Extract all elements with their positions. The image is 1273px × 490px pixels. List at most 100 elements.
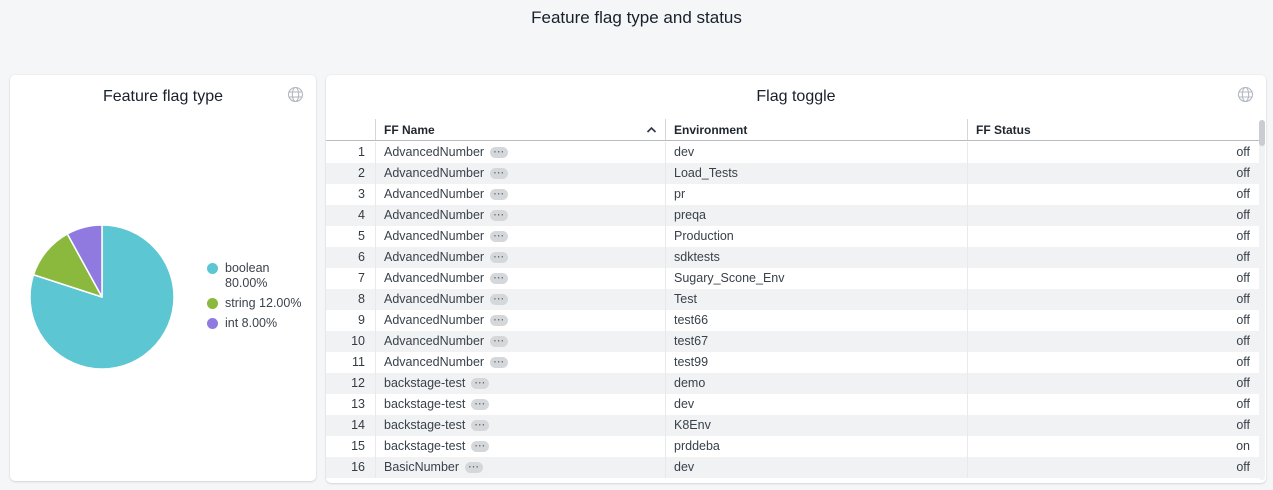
table-row[interactable]: 3 AdvancedNumber ⋯ pr off <box>326 184 1260 205</box>
ff-name-cell: backstage-test ⋯ <box>375 436 665 457</box>
table-row[interactable]: 10 AdvancedNumber ⋯ test67 off <box>326 331 1260 352</box>
ff-name-cell: AdvancedNumber ⋯ <box>375 310 665 331</box>
ff-name-text: AdvancedNumber <box>384 352 484 373</box>
ff-name-text: AdvancedNumber <box>384 226 484 247</box>
legend-label: string 12.00% <box>225 296 317 311</box>
vertical-scrollbar-thumb[interactable] <box>1259 120 1265 146</box>
ff-name-text: AdvancedNumber <box>384 163 484 184</box>
table-row[interactable]: 12 backstage-test ⋯ demo off <box>326 373 1260 394</box>
environment-cell: dev <box>665 142 967 163</box>
ff-name-text: BasicNumber <box>384 457 459 478</box>
ff-status-cell: off <box>967 142 1260 163</box>
legend-label: boolean 80.00% <box>225 261 317 291</box>
ff-name-cell: AdvancedNumber ⋯ <box>375 226 665 247</box>
table-panel: Flag toggle FF Name Environment FF Statu… <box>326 75 1266 483</box>
ff-name-text: AdvancedNumber <box>384 184 484 205</box>
row-number: 15 <box>326 436 375 457</box>
row-number: 11 <box>326 352 375 373</box>
environment-cell: test67 <box>665 331 967 352</box>
ellipsis-badge[interactable]: ⋯ <box>490 189 508 200</box>
column-header-ff-status[interactable]: FF Status <box>967 119 1260 140</box>
legend-swatch <box>207 318 218 329</box>
ff-name-cell: BasicNumber ⋯ <box>375 457 665 478</box>
ff-name-text: backstage-test <box>384 394 465 415</box>
legend-swatch <box>207 298 218 309</box>
ellipsis-badge[interactable]: ⋯ <box>471 378 489 389</box>
table-row[interactable]: 15 backstage-test ⋯ prddeba on <box>326 436 1260 457</box>
pie-panel-title: Feature flag type <box>10 88 316 106</box>
table-panel-title: Flag toggle <box>326 88 1266 106</box>
ellipsis-badge[interactable]: ⋯ <box>490 357 508 368</box>
table-row[interactable]: 13 backstage-test ⋯ dev off <box>326 394 1260 415</box>
pie-panel: Feature flag type boolean 80.00% string 1… <box>10 75 316 481</box>
ff-name-cell: AdvancedNumber ⋯ <box>375 352 665 373</box>
row-number: 16 <box>326 457 375 478</box>
ff-status-cell: off <box>967 163 1260 184</box>
environment-cell: pr <box>665 184 967 205</box>
ff-status-cell: off <box>967 205 1260 226</box>
row-number: 14 <box>326 415 375 436</box>
vertical-scrollbar-track[interactable] <box>1259 120 1265 480</box>
ff-name-text: backstage-test <box>384 436 465 457</box>
table-row[interactable]: 1 AdvancedNumber ⋯ dev off <box>326 142 1260 163</box>
table-row[interactable]: 11 AdvancedNumber ⋯ test99 off <box>326 352 1260 373</box>
table-row[interactable]: 5 AdvancedNumber ⋯ Production off <box>326 226 1260 247</box>
table-row[interactable]: 6 AdvancedNumber ⋯ sdktests off <box>326 247 1260 268</box>
ellipsis-badge[interactable]: ⋯ <box>490 294 508 305</box>
ff-name-cell: AdvancedNumber ⋯ <box>375 331 665 352</box>
ff-name-text: AdvancedNumber <box>384 205 484 226</box>
row-number-header <box>326 119 375 140</box>
ellipsis-badge[interactable]: ⋯ <box>490 273 508 284</box>
ellipsis-badge[interactable]: ⋯ <box>490 252 508 263</box>
ellipsis-badge[interactable]: ⋯ <box>490 168 508 179</box>
ellipsis-badge[interactable]: ⋯ <box>490 231 508 242</box>
ellipsis-badge[interactable]: ⋯ <box>490 336 508 347</box>
pie-legend: boolean 80.00% string 12.00% int 8.00% <box>207 261 317 336</box>
ellipsis-badge[interactable]: ⋯ <box>490 210 508 221</box>
ellipsis-badge[interactable]: ⋯ <box>490 315 508 326</box>
table-body: 1 AdvancedNumber ⋯ dev off 2 AdvancedNum… <box>326 142 1260 478</box>
legend-item-boolean: boolean 80.00% <box>207 261 317 291</box>
ff-name-text: AdvancedNumber <box>384 247 484 268</box>
table-row[interactable]: 2 AdvancedNumber ⋯ Load_Tests off <box>326 163 1260 184</box>
globe-icon[interactable] <box>1237 86 1254 103</box>
column-header-label: FF Name <box>384 123 435 137</box>
ff-name-cell: AdvancedNumber ⋯ <box>375 289 665 310</box>
ff-status-cell: off <box>967 394 1260 415</box>
ff-name-cell: AdvancedNumber ⋯ <box>375 142 665 163</box>
row-number: 2 <box>326 163 375 184</box>
ff-status-cell: off <box>967 310 1260 331</box>
ff-name-cell: AdvancedNumber ⋯ <box>375 163 665 184</box>
page-title: Feature flag type and status <box>0 8 1273 28</box>
ff-name-cell: AdvancedNumber ⋯ <box>375 205 665 226</box>
column-header-ff-name[interactable]: FF Name <box>375 119 665 140</box>
row-number: 7 <box>326 268 375 289</box>
globe-icon[interactable] <box>287 86 304 103</box>
ellipsis-badge[interactable]: ⋯ <box>471 399 489 410</box>
table-row[interactable]: 8 AdvancedNumber ⋯ Test off <box>326 289 1260 310</box>
table-row[interactable]: 4 AdvancedNumber ⋯ preqa off <box>326 205 1260 226</box>
table-row[interactable]: 7 AdvancedNumber ⋯ Sugary_Scone_Env off <box>326 268 1260 289</box>
ff-status-cell: off <box>967 268 1260 289</box>
ff-status-cell: off <box>967 184 1260 205</box>
table-row[interactable]: 9 AdvancedNumber ⋯ test66 off <box>326 310 1260 331</box>
table-row[interactable]: 16 BasicNumber ⋯ dev off <box>326 457 1260 478</box>
table-header: FF Name Environment FF Status <box>326 119 1260 141</box>
ellipsis-badge[interactable]: ⋯ <box>471 441 489 452</box>
ff-status-cell: off <box>967 289 1260 310</box>
row-number: 8 <box>326 289 375 310</box>
row-number: 6 <box>326 247 375 268</box>
ellipsis-badge[interactable]: ⋯ <box>465 462 483 473</box>
table-row[interactable]: 14 backstage-test ⋯ K8Env off <box>326 415 1260 436</box>
ff-name-text: AdvancedNumber <box>384 289 484 310</box>
legend-swatch <box>207 263 218 274</box>
ellipsis-badge[interactable]: ⋯ <box>471 420 489 431</box>
environment-cell: dev <box>665 394 967 415</box>
ellipsis-badge[interactable]: ⋯ <box>490 147 508 158</box>
ff-name-cell: backstage-test ⋯ <box>375 415 665 436</box>
environment-cell: demo <box>665 373 967 394</box>
column-header-environment[interactable]: Environment <box>665 119 967 140</box>
row-number: 10 <box>326 331 375 352</box>
legend-label: int 8.00% <box>225 316 317 331</box>
column-header-label: Environment <box>674 123 747 137</box>
